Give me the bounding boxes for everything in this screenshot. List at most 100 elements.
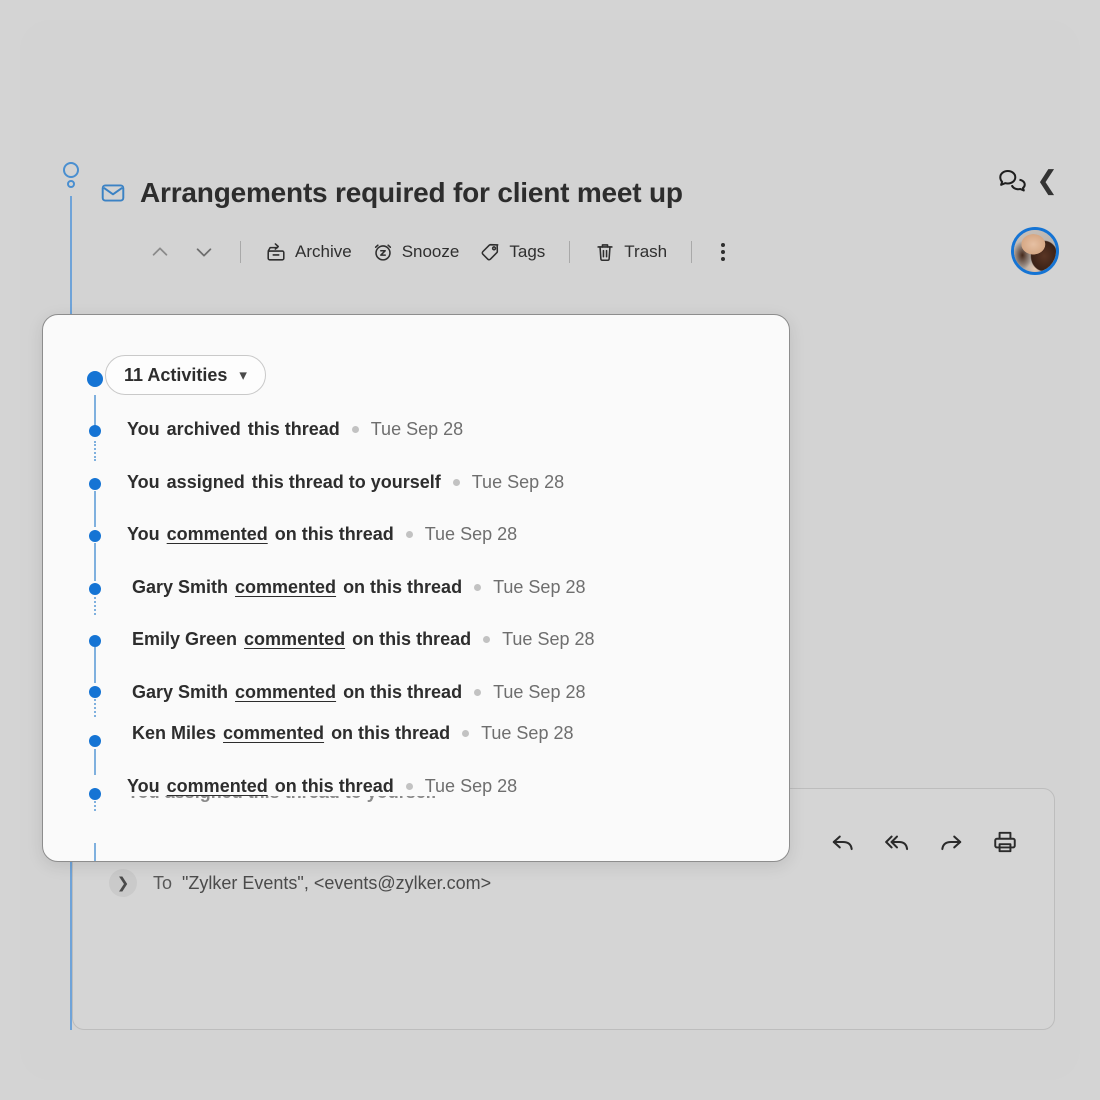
activity-object: on this thread <box>331 723 451 743</box>
activity-row[interactable]: You archived this thread Tue Sep 28 <box>127 419 463 440</box>
timeline-dot <box>89 635 101 647</box>
activity-actor: You <box>127 419 160 439</box>
activities-count-label: 11 Activities <box>124 364 228 385</box>
to-label: To <box>153 872 173 893</box>
activity-date: Tue Sep 28 <box>424 524 518 544</box>
timeline-dot <box>89 530 101 542</box>
archive-label: Archive <box>295 242 352 261</box>
activity-date: Tue Sep 28 <box>502 629 595 649</box>
trash-label: Trash <box>624 242 668 261</box>
activity-verb-link[interactable]: commented <box>167 776 268 797</box>
chevron-down-icon: ▾ <box>239 366 247 384</box>
previous-message-button[interactable] <box>138 234 182 270</box>
timeline-segment <box>94 441 96 461</box>
separator-dot <box>405 783 413 790</box>
avatar-photo <box>1014 230 1056 272</box>
activities-panel-body: 11 Activities ▾ You assigned this thread… <box>43 315 789 861</box>
timeline-dot <box>89 735 101 747</box>
activity-object: on this thread <box>274 524 394 544</box>
activity-actor: You <box>127 524 160 544</box>
archive-button[interactable]: Archive <box>255 235 362 269</box>
snooze-button[interactable]: Snooze <box>362 235 470 269</box>
clipped-activity-row: You assigned this thread to yourself <box>127 796 547 808</box>
timeline-segment <box>94 699 96 717</box>
activity-object: on this thread <box>352 629 472 649</box>
more-vertical-icon[interactable] <box>706 235 740 269</box>
activity-actor: You <box>127 776 160 796</box>
activity-row[interactable]: You assigned this thread to yourself Tue Se… <box>127 472 564 493</box>
timeline-segment <box>94 597 96 615</box>
activity-object: on this thread <box>343 682 463 702</box>
tags-label: Tags <box>509 242 546 261</box>
snooze-label: Snooze <box>401 242 460 261</box>
activity-verb: assigned <box>166 472 245 492</box>
timeline-segment <box>94 491 96 527</box>
expand-details-toggle[interactable]: ❯ <box>109 869 137 897</box>
activity-verb-link[interactable]: commented <box>235 682 336 703</box>
activity-object: this thread to yourself <box>251 472 441 492</box>
separator-dot <box>483 636 491 643</box>
separator-dot <box>351 426 359 433</box>
timeline-dot <box>89 425 101 437</box>
tags-button[interactable]: Tags <box>469 235 555 269</box>
separator-dot <box>452 479 460 486</box>
activity-actor: You <box>127 472 160 492</box>
page-title: Arrangements required for client meet up <box>140 177 683 208</box>
avatar[interactable] <box>1011 227 1059 275</box>
toolbar-divider-3 <box>691 241 693 263</box>
timeline-dot <box>89 788 101 800</box>
timeline-dot-current <box>87 371 103 387</box>
print-icon[interactable] <box>992 829 1018 855</box>
recipient-text: To "Zylker Events", <events@zylker.com> <box>153 873 491 894</box>
activity-verb-link[interactable]: commented <box>235 577 336 598</box>
timeline-segment <box>94 647 96 683</box>
timeline-segment <box>94 843 96 861</box>
activities-popup-panel: 11 Activities ▾ You assigned this thread… <box>42 314 790 862</box>
recipient-row[interactable]: ❯ To "Zylker Events", <events@zylker.com… <box>109 869 491 897</box>
activity-row[interactable]: You commented on this thread Tue Sep 28 <box>127 776 517 797</box>
activity-date: Tue Sep 28 <box>424 776 518 796</box>
app-frame: ❯ To "Zylker Events", <events@zylker.com… <box>20 20 1080 1080</box>
activities-count-chip[interactable]: 11 Activities ▾ <box>105 355 266 395</box>
activity-actor: Emily Green <box>132 629 238 649</box>
activity-row[interactable]: Gary Smith commented on this thread Tue Sep… <box>132 682 585 703</box>
activity-date: Tue Sep 28 <box>370 419 464 439</box>
activity-verb-link[interactable]: commented <box>167 524 268 545</box>
timeline-segment <box>94 749 96 775</box>
activity-actor: Gary Smith <box>132 682 229 702</box>
activity-verb-link[interactable]: commented <box>244 629 345 650</box>
activity-row[interactable]: Ken Miles commented on this thread Tue Sep … <box>132 723 573 744</box>
tag-icon <box>479 241 501 263</box>
activities-timeline <box>87 315 103 861</box>
reply-all-icon[interactable] <box>884 829 910 855</box>
activity-row[interactable]: Gary Smith commented on this thread Tue Sep… <box>132 577 585 598</box>
timeline-pin-inner <box>67 180 75 188</box>
message-toolbar: Archive Snooze Tags Trash <box>138 232 740 272</box>
separator-dot <box>462 730 470 737</box>
separator-dot <box>405 531 413 538</box>
trash-icon <box>594 241 616 263</box>
toolbar-divider-2 <box>569 241 571 263</box>
activity-actor: Ken Miles <box>132 723 217 743</box>
reply-icon[interactable] <box>830 829 856 855</box>
mail-header: Arrangements required for client meet up <box>100 168 1060 218</box>
next-message-button[interactable] <box>182 234 226 270</box>
forward-icon[interactable] <box>938 829 964 855</box>
archive-icon <box>265 241 287 263</box>
activity-date: Tue Sep 28 <box>481 723 574 743</box>
activity-date: Tue Sep 28 <box>493 577 586 597</box>
timeline-segment <box>94 395 96 427</box>
activity-row[interactable]: Emily Green commented on this thread Tue Se… <box>132 629 595 650</box>
collapse-panel-chevron-left-icon[interactable]: ❮ <box>1036 168 1058 194</box>
timeline-dot <box>89 583 101 595</box>
snooze-clock-icon <box>372 241 394 263</box>
comments-icon[interactable] <box>996 166 1026 196</box>
activity-verb-link[interactable]: commented <box>223 723 324 744</box>
timeline-segment <box>94 543 96 581</box>
activity-date: Tue Sep 28 <box>471 472 565 492</box>
timeline-pin-outer <box>63 162 79 178</box>
trash-button[interactable]: Trash <box>584 235 677 269</box>
timeline-dot <box>89 478 101 490</box>
to-value: "Zylker Events", <events@zylker.com> <box>182 872 492 893</box>
activity-row[interactable]: You commented on this thread Tue Sep 28 <box>127 524 517 545</box>
